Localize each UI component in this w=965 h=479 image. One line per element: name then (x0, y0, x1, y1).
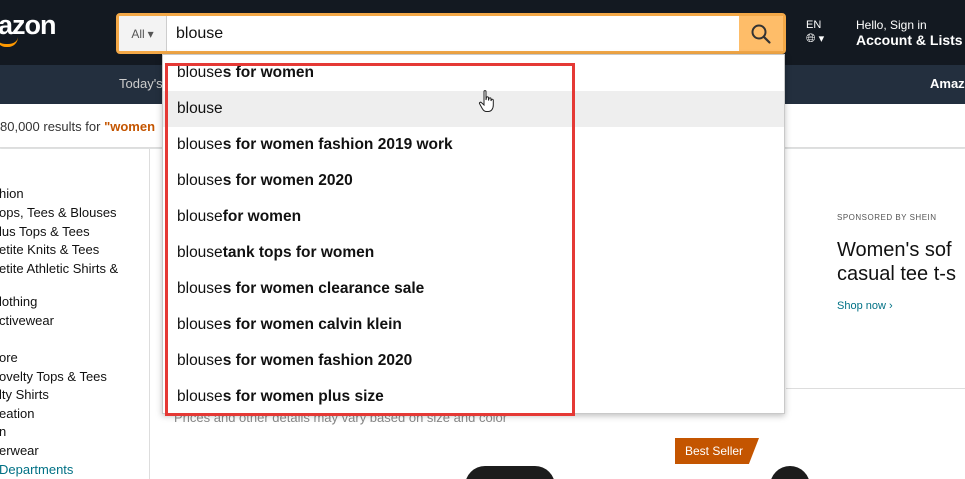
search-bar: All ▾ (116, 13, 786, 54)
globe-icon: 🌐︎ (806, 31, 816, 45)
sidebar-item[interactable]: ore (0, 350, 18, 366)
product-image[interactable] (465, 466, 555, 479)
sidebar-item[interactable]: n (0, 424, 6, 440)
search-category-label: All (131, 26, 145, 41)
best-seller-badge: Best Seller (675, 438, 759, 464)
hand-pointer-cursor-icon (478, 90, 494, 112)
logo-smile-icon (0, 37, 18, 47)
highlight-annotation-box (165, 63, 575, 416)
shop-now-link[interactable]: Shop now › (837, 300, 893, 312)
search-button[interactable] (739, 16, 783, 51)
sidebar-item[interactable]: hion (0, 186, 24, 202)
sidebar-all-departments-link[interactable]: Departments (0, 462, 73, 478)
results-query: "women (104, 119, 156, 134)
account-lists-label: Account & Lists ▾ (856, 32, 963, 48)
nav-todays-deals[interactable]: Today's (119, 76, 163, 91)
search-input[interactable] (167, 16, 739, 51)
sidebar-item[interactable]: etite Athletic Shirts & (0, 261, 118, 277)
search-icon (751, 24, 771, 44)
language-selector[interactable]: EN 🌐︎ ▾ (806, 19, 824, 46)
caret-down-icon: ▾ (818, 33, 825, 45)
sidebar-item[interactable]: etite Knits & Tees (0, 242, 99, 258)
sidebar-item[interactable]: erwear (0, 443, 39, 459)
sidebar-item[interactable]: ctivewear (0, 313, 54, 329)
sidebar-item[interactable]: ovelty Tops & Tees (0, 369, 107, 385)
caret-down-icon: ▾ (147, 26, 154, 41)
promo-title[interactable]: Women's sof casual tee t-s (837, 238, 965, 286)
sidebar-item[interactable]: ops, Tees & Blouses (0, 205, 117, 221)
sponsored-label: SPONSORED BY SHEIN (837, 213, 937, 222)
divider (786, 388, 965, 389)
account-greeting: Hello, Sign in (856, 18, 927, 32)
nav-amazon-link[interactable]: Amaz (930, 76, 965, 91)
search-category-dropdown[interactable]: All ▾ (119, 16, 167, 51)
sidebar-item[interactable]: lus Tops & Tees (0, 224, 90, 240)
sidebar-item[interactable]: lothing (0, 294, 37, 310)
sidebar-item[interactable]: lty Shirts (0, 387, 49, 403)
sidebar-item[interactable]: eation (0, 406, 34, 422)
results-count: 80,000 results for "women (0, 119, 156, 134)
account-menu[interactable]: Hello, Sign in Account & Lists ▾ (856, 19, 965, 49)
